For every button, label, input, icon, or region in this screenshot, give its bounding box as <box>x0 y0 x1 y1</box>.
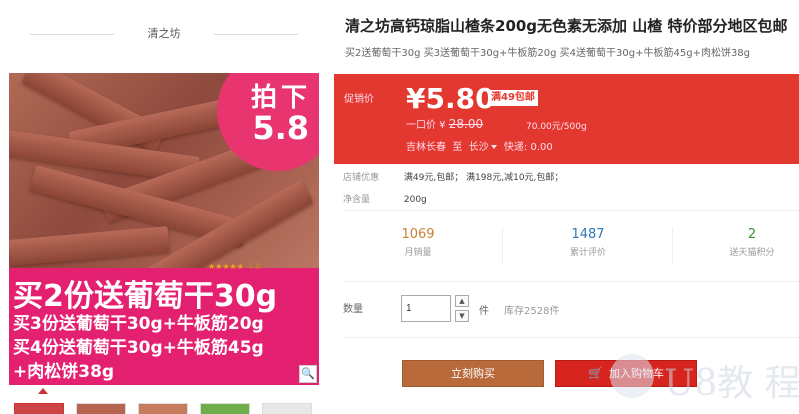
stats-bar: 1069 月销量 1487 累计评价 2 送天猫积分 <box>343 210 799 282</box>
thumbnail[interactable] <box>262 403 312 414</box>
product-title: 清之坊高钙琼脂山楂条200g无色素无添加 山楂 特价部分地区包邮 <box>345 17 788 35</box>
watermark-logo-icon <box>610 354 654 398</box>
net-weight-value: 200g <box>403 195 427 205</box>
shop-discount-value: 满49元,包邮； 满198元,减10元,包邮； <box>403 173 564 183</box>
rating-score: 4.8 <box>247 262 261 271</box>
tmall-points-count: 2 <box>747 227 757 242</box>
product-page: 清之坊 拍下 5.8 买2份送葡萄干30g 买3份送葡萄干30g+牛板筋20g … <box>0 0 799 414</box>
monthly-sales-count: 1069 <box>401 227 435 242</box>
express-fee: 快递: 0.00 <box>503 142 553 153</box>
quantity-label: 数量 <box>343 304 363 315</box>
shop-discount-label: 店铺优惠 <box>343 173 380 183</box>
watermark-text: U8教 程 <box>664 363 799 404</box>
net-weight-row: 净含量 200g <box>343 192 427 205</box>
quantity-unit: 件 <box>479 306 489 317</box>
stock-count: 库存2528件 <box>504 306 560 317</box>
shop-header: 清之坊 <box>30 22 298 46</box>
chevron-down-icon <box>490 145 497 149</box>
promo-line-2: 买3份送葡萄干30g+牛板筋20g <box>13 314 264 334</box>
total-reviews-label[interactable]: 累计评价 <box>513 245 663 258</box>
product-subtitle: 买2送葡萄干30g 买3送葡萄干30g+牛板筋20g 买4送葡萄干30g+牛板筋… <box>345 48 751 59</box>
original-price-label: 一口价 ¥ <box>406 120 446 131</box>
thumbnail[interactable] <box>14 403 64 414</box>
original-price-value: 28.00 <box>448 117 484 131</box>
badge-text-price: 5.8 <box>252 109 309 147</box>
ship-to-label: 至 <box>452 142 463 153</box>
divider <box>343 337 799 338</box>
thumbnail-pointer-icon <box>38 388 48 394</box>
unit-price: 70.00元/500g <box>526 122 587 132</box>
thumbnail[interactable] <box>138 403 188 414</box>
site-watermark: U8教 程 <box>606 340 799 412</box>
main-product-image[interactable]: 拍下 5.8 买2份送葡萄干30g 买3份送葡萄干30g+牛板筋20g 买4份送… <box>9 73 319 385</box>
shop-name[interactable]: 清之坊 <box>30 25 298 41</box>
magnifier-icon[interactable]: 🔍 <box>299 365 317 383</box>
rating-stars: ★★★★★ 4.8 <box>208 262 261 271</box>
monthly-sales: 1069 月销量 <box>343 227 503 263</box>
ship-to-select[interactable]: 长沙 <box>469 142 501 153</box>
promo-price: ¥5.80 <box>406 82 495 115</box>
monthly-sales-label: 月销量 <box>404 248 432 258</box>
tmall-points-label: 送天猫积分 <box>729 248 775 258</box>
original-price: 一口价 ¥ 28.00 <box>406 116 483 131</box>
ship-from: 吉林长春 <box>406 142 446 153</box>
shipping-info: 吉林长春 至 长沙 快递: 0.00 <box>406 138 553 153</box>
net-weight-label: 净含量 <box>343 195 371 205</box>
promo-line-4: +肉松饼38g <box>13 362 115 382</box>
thumbnail[interactable] <box>76 403 126 414</box>
food-strip <box>9 226 170 266</box>
divider <box>214 34 298 35</box>
tmall-points: 2 送天猫积分 <box>677 227 799 258</box>
buy-now-button[interactable]: 立刻购买 <box>402 360 544 387</box>
quantity-decrease-icon[interactable]: ▼ <box>455 310 469 322</box>
total-reviews[interactable]: 1487 累计评价 <box>513 227 673 263</box>
promo-price-label: 促销价 <box>344 94 374 105</box>
free-shipping-tag: 满49包邮 <box>488 90 538 106</box>
quantity-increase-icon[interactable]: ▲ <box>455 295 469 307</box>
total-reviews-count[interactable]: 1487 <box>513 227 663 242</box>
thumbnail[interactable] <box>200 403 250 414</box>
quantity-input[interactable] <box>401 295 451 322</box>
price-box: 促销价 ¥5.80 满49包邮 一口价 ¥ 28.00 70.00元/500g … <box>334 74 799 164</box>
star-icon: ★★★★★ <box>208 262 244 271</box>
shop-discount-row: 店铺优惠 满49元,包邮； 满198元,减10元,包邮； <box>343 170 563 183</box>
cart-icon: 🛒 <box>588 366 603 380</box>
promo-line-3: 买4份送葡萄干30g+牛板筋45g <box>13 338 264 358</box>
